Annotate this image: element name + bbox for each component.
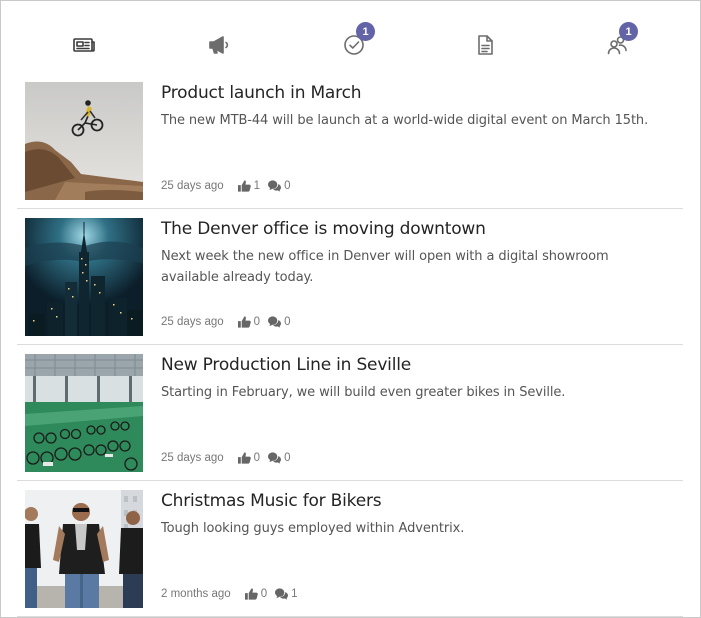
tab-tasks[interactable]: 1 bbox=[334, 22, 375, 65]
comment-count: 0 bbox=[284, 180, 291, 192]
comments-icon bbox=[268, 180, 282, 192]
like-count: 1 bbox=[253, 180, 261, 192]
comments-icon bbox=[268, 452, 282, 464]
news-description: Next week the new office in Denver will … bbox=[161, 249, 609, 285]
news-feed: Product launch in March The new MTB-44 w… bbox=[17, 73, 683, 617]
feed-item[interactable]: The Denver office is moving downtown Nex… bbox=[17, 209, 683, 345]
tab-documents[interactable] bbox=[465, 25, 505, 65]
feed-item[interactable]: Product launch in March The new MTB-44 w… bbox=[17, 73, 683, 209]
news-description: Tough looking guys employed within Adven… bbox=[161, 521, 465, 536]
thumbs-up-icon bbox=[237, 452, 251, 464]
news-title[interactable]: New Production Line in Seville bbox=[161, 355, 675, 375]
like-button[interactable]: 0 bbox=[237, 452, 261, 464]
news-thumbnail[interactable] bbox=[25, 490, 143, 608]
comments-icon bbox=[268, 316, 282, 328]
like-count: 0 bbox=[253, 316, 261, 328]
feed-item[interactable]: New Production Line in Seville Starting … bbox=[17, 345, 683, 481]
news-age: 25 days ago bbox=[161, 316, 224, 328]
comment-count: 1 bbox=[291, 588, 298, 600]
tab-announcements[interactable] bbox=[199, 25, 239, 65]
thumbs-up-icon bbox=[237, 180, 251, 192]
news-age: 25 days ago bbox=[161, 452, 224, 464]
thumbs-up-icon bbox=[237, 316, 251, 328]
like-count: 0 bbox=[253, 452, 261, 464]
news-title[interactable]: Product launch in March bbox=[161, 83, 675, 103]
news-meta: 25 days ago 0 0 bbox=[161, 452, 298, 464]
news-description: The new MTB-44 will be launch at a world… bbox=[161, 113, 649, 128]
document-icon bbox=[478, 35, 493, 55]
news-title[interactable]: Christmas Music for Bikers bbox=[161, 491, 675, 511]
news-meta: 25 days ago 1 0 bbox=[161, 180, 298, 192]
app-frame: 1 1 Product launch in March The new MTB-… bbox=[0, 0, 701, 618]
mountain-bike-jump-photo bbox=[25, 82, 143, 200]
tab-people[interactable]: 1 bbox=[597, 22, 638, 65]
news-description: Starting in February, we will build even… bbox=[161, 385, 566, 400]
like-button[interactable]: 0 bbox=[244, 588, 268, 600]
news-meta: 2 months ago 0 1 bbox=[161, 588, 306, 600]
newspaper-icon bbox=[73, 38, 95, 52]
comments-icon bbox=[275, 588, 289, 600]
bikers-group-photo bbox=[25, 490, 143, 608]
like-count: 0 bbox=[260, 588, 268, 600]
comment-button[interactable]: 0 bbox=[268, 180, 290, 192]
thumbs-up-icon bbox=[244, 588, 258, 600]
news-thumbnail[interactable] bbox=[25, 82, 143, 200]
comment-button[interactable]: 0 bbox=[268, 452, 290, 464]
like-button[interactable]: 0 bbox=[237, 316, 261, 328]
comment-button[interactable]: 0 bbox=[268, 316, 290, 328]
people-badge: 1 bbox=[619, 22, 638, 41]
news-meta: 25 days ago 0 0 bbox=[161, 316, 298, 328]
bike-factory-floor-photo bbox=[25, 354, 143, 472]
like-button[interactable]: 1 bbox=[237, 180, 261, 192]
comment-count: 0 bbox=[284, 316, 291, 328]
news-title[interactable]: The Denver office is moving downtown bbox=[161, 219, 675, 239]
news-age: 2 months ago bbox=[161, 588, 231, 600]
news-thumbnail[interactable] bbox=[25, 354, 143, 472]
comment-count: 0 bbox=[284, 452, 291, 464]
tasks-badge: 1 bbox=[356, 22, 375, 41]
night-city-skyline-photo bbox=[25, 218, 143, 336]
feed-item[interactable]: Christmas Music for Bikers Tough looking… bbox=[17, 481, 683, 617]
comment-button[interactable]: 1 bbox=[275, 588, 298, 600]
tab-news[interactable] bbox=[64, 25, 104, 65]
news-age: 25 days ago bbox=[161, 180, 224, 192]
tab-bar: 1 1 bbox=[1, 1, 700, 81]
megaphone-icon bbox=[209, 36, 229, 54]
news-thumbnail[interactable] bbox=[25, 218, 143, 336]
